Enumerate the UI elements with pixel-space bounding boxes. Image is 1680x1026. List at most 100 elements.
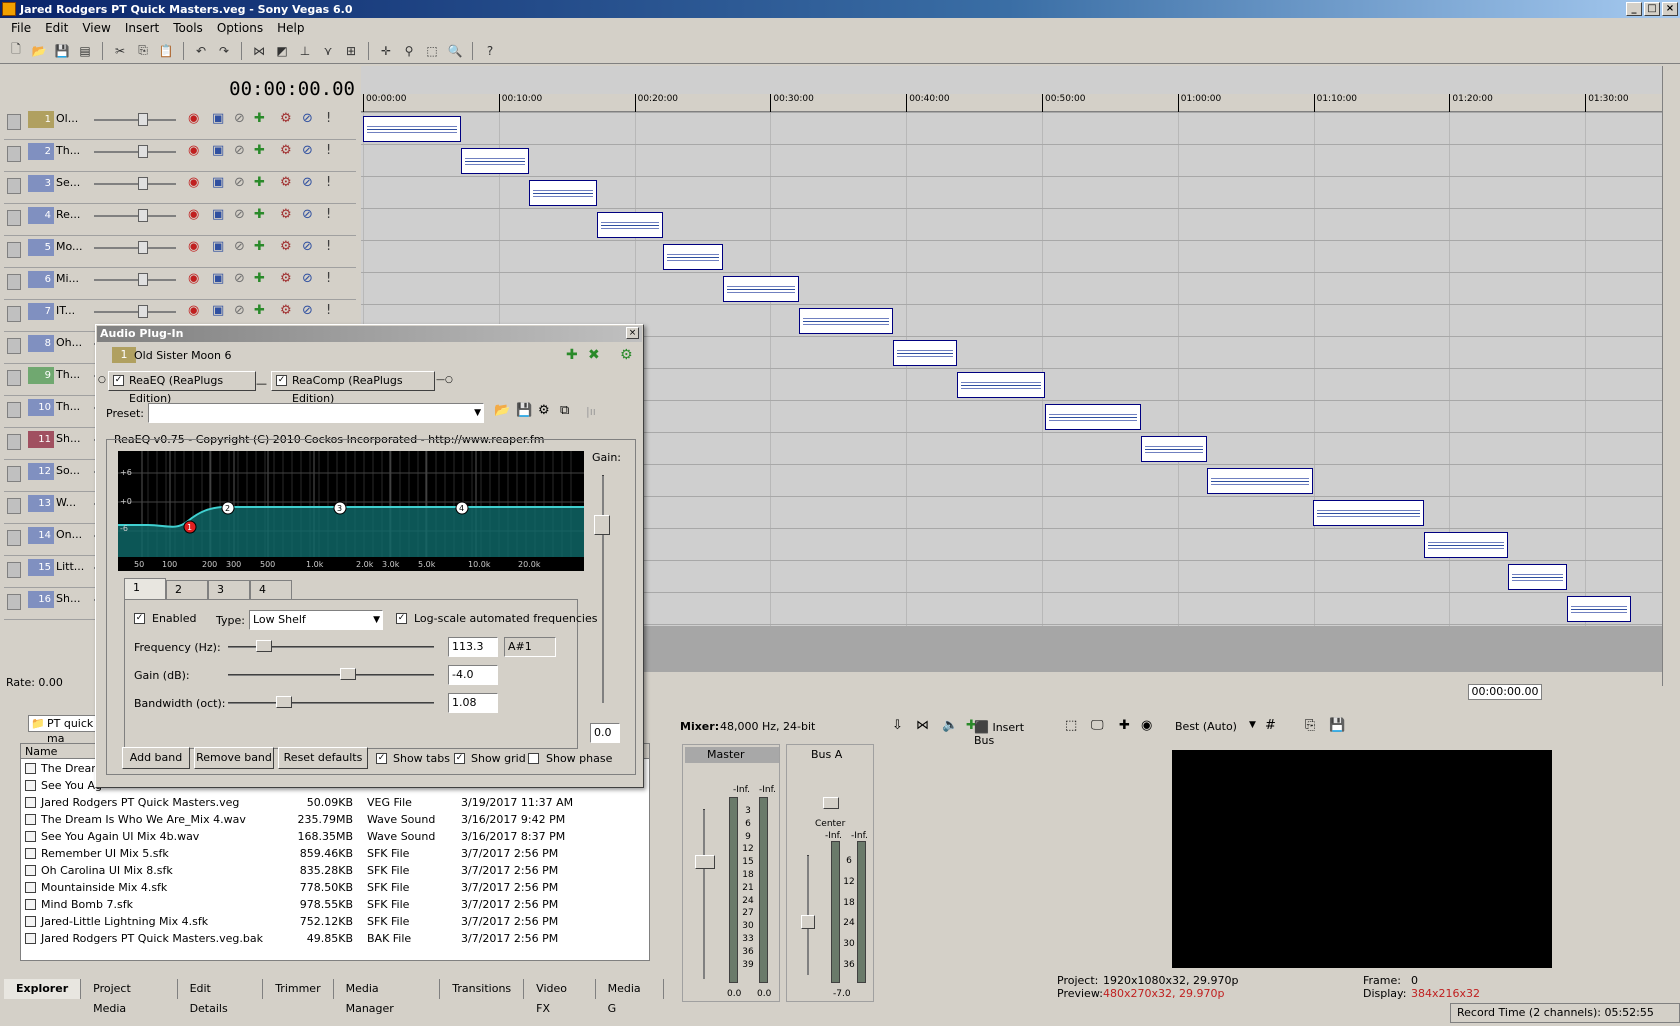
track-name[interactable]: Se... bbox=[56, 176, 80, 189]
eq-band-tab-1[interactable]: 1 bbox=[124, 578, 166, 599]
track-name[interactable]: Mo... bbox=[56, 240, 83, 253]
crossfade-icon[interactable]: ⋎ bbox=[318, 41, 338, 61]
invert-phase-icon[interactable]: ▣ bbox=[212, 271, 224, 286]
file-row[interactable]: Jared-Little Lightning Mix 4.sfk 752.12K… bbox=[21, 913, 649, 930]
audio-event[interactable] bbox=[723, 276, 799, 302]
mute-icon[interactable]: ⊘ bbox=[302, 175, 313, 190]
column-header-name[interactable]: Name bbox=[25, 745, 57, 758]
audio-event[interactable] bbox=[529, 180, 597, 206]
overlays-icon[interactable]: # bbox=[1265, 718, 1276, 733]
automation-icon[interactable]: ⊘ bbox=[234, 175, 245, 190]
preview-props-icon[interactable]: ⬚ bbox=[1065, 718, 1077, 733]
solo-icon[interactable]: ! bbox=[326, 111, 331, 126]
preset-save-icon[interactable]: 💾 bbox=[516, 403, 532, 418]
timeline-vertical-scrollbar[interactable] bbox=[1662, 66, 1680, 686]
audio-event[interactable] bbox=[597, 212, 663, 238]
gain-db-field[interactable]: -4.0 bbox=[448, 665, 498, 685]
solo-icon[interactable]: ! bbox=[326, 303, 331, 318]
mute-icon[interactable]: ⊘ bbox=[302, 111, 313, 126]
automation-icon[interactable]: ⊘ bbox=[234, 303, 245, 318]
type-select[interactable]: Low Shelf ▼ bbox=[249, 610, 383, 630]
selection-edit-icon[interactable]: ⬚ bbox=[422, 41, 442, 61]
track-fx-icon[interactable]: ✚ bbox=[254, 175, 265, 190]
plugin-close-button[interactable]: × bbox=[626, 327, 639, 339]
track-name[interactable]: Re... bbox=[56, 208, 80, 221]
preview-quality[interactable]: Best (Auto) bbox=[1175, 720, 1237, 733]
track-name[interactable]: Th... bbox=[56, 400, 80, 413]
show-tabs-checkbox[interactable]: ✓ bbox=[376, 753, 387, 764]
zoom-edit-icon[interactable]: 🔍 bbox=[445, 41, 465, 61]
preview-fx-icon[interactable]: ✚ bbox=[1119, 718, 1130, 733]
track-header[interactable]: 4 Re... ◉ ▣ ⊘ ✚ ⚙ ⊘ ! bbox=[4, 204, 356, 236]
output-gain-field[interactable]: 0.0 bbox=[590, 723, 620, 743]
track-name[interactable]: IT... bbox=[56, 304, 75, 317]
plugin-chain-icon[interactable]: ⚙ bbox=[620, 347, 633, 363]
dock-tab-trimmer[interactable]: Trimmer bbox=[263, 979, 334, 999]
remove-band-button[interactable]: Remove band bbox=[194, 747, 274, 769]
snap-icon[interactable]: ⋈ bbox=[249, 41, 269, 61]
speaker-icon[interactable]: 🔈 bbox=[942, 718, 958, 733]
cut-icon[interactable]: ✂ bbox=[110, 41, 130, 61]
track-name[interactable]: Th... bbox=[56, 368, 80, 381]
mute-icon[interactable]: ⊘ bbox=[302, 271, 313, 286]
file-row[interactable]: Mountainside Mix 4.sfk 778.50KB SFK File… bbox=[21, 879, 649, 896]
save-icon[interactable]: 💾 bbox=[52, 41, 72, 61]
track-header[interactable]: 3 Se... ◉ ▣ ⊘ ✚ ⚙ ⊘ ! bbox=[4, 172, 356, 204]
open-icon[interactable]: 📂 bbox=[29, 41, 49, 61]
track-handle[interactable] bbox=[7, 402, 21, 418]
track-name[interactable]: Sh... bbox=[56, 592, 80, 605]
track-fx-icon[interactable]: ✚ bbox=[254, 239, 265, 254]
audio-event[interactable] bbox=[1045, 404, 1141, 430]
file-row[interactable]: Mind Bomb 7.sfk 978.55KB SFK File 3/7/20… bbox=[21, 896, 649, 913]
downmix-icon[interactable]: ⇩ bbox=[892, 718, 903, 733]
reset-defaults-button[interactable]: Reset defaults bbox=[278, 747, 368, 769]
audio-event[interactable] bbox=[1313, 500, 1424, 526]
automation-icon[interactable]: ⊘ bbox=[234, 111, 245, 126]
track-volume-slider[interactable] bbox=[138, 305, 148, 318]
track-settings-icon[interactable]: ⚙ bbox=[280, 207, 292, 222]
audio-event[interactable] bbox=[663, 244, 723, 270]
menu-help[interactable]: Help bbox=[270, 21, 311, 35]
chain-reaeq-button[interactable]: ✓ ReaEQ (ReaPlugs Edition) bbox=[108, 371, 256, 405]
quality-dropdown-icon[interactable]: ▼ bbox=[1249, 720, 1256, 730]
track-name[interactable]: On... bbox=[56, 528, 82, 541]
audio-event[interactable] bbox=[363, 116, 461, 142]
dock-tab-media-g[interactable]: Media G bbox=[596, 979, 664, 1015]
track-name[interactable]: Sh... bbox=[56, 432, 80, 445]
file-row[interactable]: Jared Rodgers PT Quick Masters.veg.bak 4… bbox=[21, 930, 649, 947]
audio-event[interactable] bbox=[1567, 596, 1631, 622]
track-header[interactable]: 5 Mo... ◉ ▣ ⊘ ✚ ⚙ ⊘ ! bbox=[4, 236, 356, 268]
track-fx-icon[interactable]: ✚ bbox=[254, 143, 265, 158]
add-plugin-icon[interactable]: ✚ bbox=[566, 347, 578, 363]
dock-tab-transitions[interactable]: Transitions bbox=[440, 979, 525, 999]
eq-band-tab-3[interactable]: 3 bbox=[208, 580, 250, 599]
menu-tools[interactable]: Tools bbox=[166, 21, 210, 35]
track-handle[interactable] bbox=[7, 114, 21, 130]
file-row[interactable]: The Dream Is Who We Are_Mix 4.wav 235.79… bbox=[21, 811, 649, 828]
automation-icon[interactable]: ⊘ bbox=[234, 143, 245, 158]
preset-dropdown-icon[interactable]: ▼ bbox=[474, 404, 481, 422]
track-handle[interactable] bbox=[7, 242, 21, 258]
track-name[interactable]: So... bbox=[56, 464, 80, 477]
dock-tab-media-manager[interactable]: Media Manager bbox=[334, 979, 441, 1015]
track-handle[interactable] bbox=[7, 370, 21, 386]
track-volume-slider[interactable] bbox=[138, 145, 148, 158]
help-icon[interactable]: ? bbox=[480, 41, 500, 61]
envelope-edit-icon[interactable]: ⚲ bbox=[399, 41, 419, 61]
track-fx-icon[interactable]: ✚ bbox=[254, 111, 265, 126]
file-row[interactable]: See You Again UI Mix 4b.wav 168.35MB Wav… bbox=[21, 828, 649, 845]
file-row[interactable]: Oh Carolina UI Mix 8.sfk 835.28KB SFK Fi… bbox=[21, 862, 649, 879]
preset-automation-icon[interactable]: |ıı bbox=[586, 405, 596, 418]
eq-frequency-graph[interactable]: +6 +0 -6 50 100 200 300 500 1.0k 2.0k 3.0k 5.0k 10.0… bbox=[118, 451, 584, 571]
lock-icon[interactable]: ⊥ bbox=[295, 41, 315, 61]
dim-icon[interactable]: ⋈ bbox=[916, 718, 929, 733]
copy-snapshot-icon[interactable]: ⎘ bbox=[1305, 718, 1315, 733]
dock-tab-explorer[interactable]: Explorer bbox=[4, 979, 82, 999]
arm-record-icon[interactable]: ◉ bbox=[188, 303, 199, 318]
solo-icon[interactable]: ! bbox=[326, 239, 331, 254]
track-name[interactable]: Litt... bbox=[56, 560, 84, 573]
arm-record-icon[interactable]: ◉ bbox=[188, 207, 199, 222]
minimize-button[interactable]: _ bbox=[1626, 2, 1642, 16]
reaeq-checkbox[interactable]: ✓ bbox=[113, 375, 124, 386]
track-handle[interactable] bbox=[7, 146, 21, 162]
